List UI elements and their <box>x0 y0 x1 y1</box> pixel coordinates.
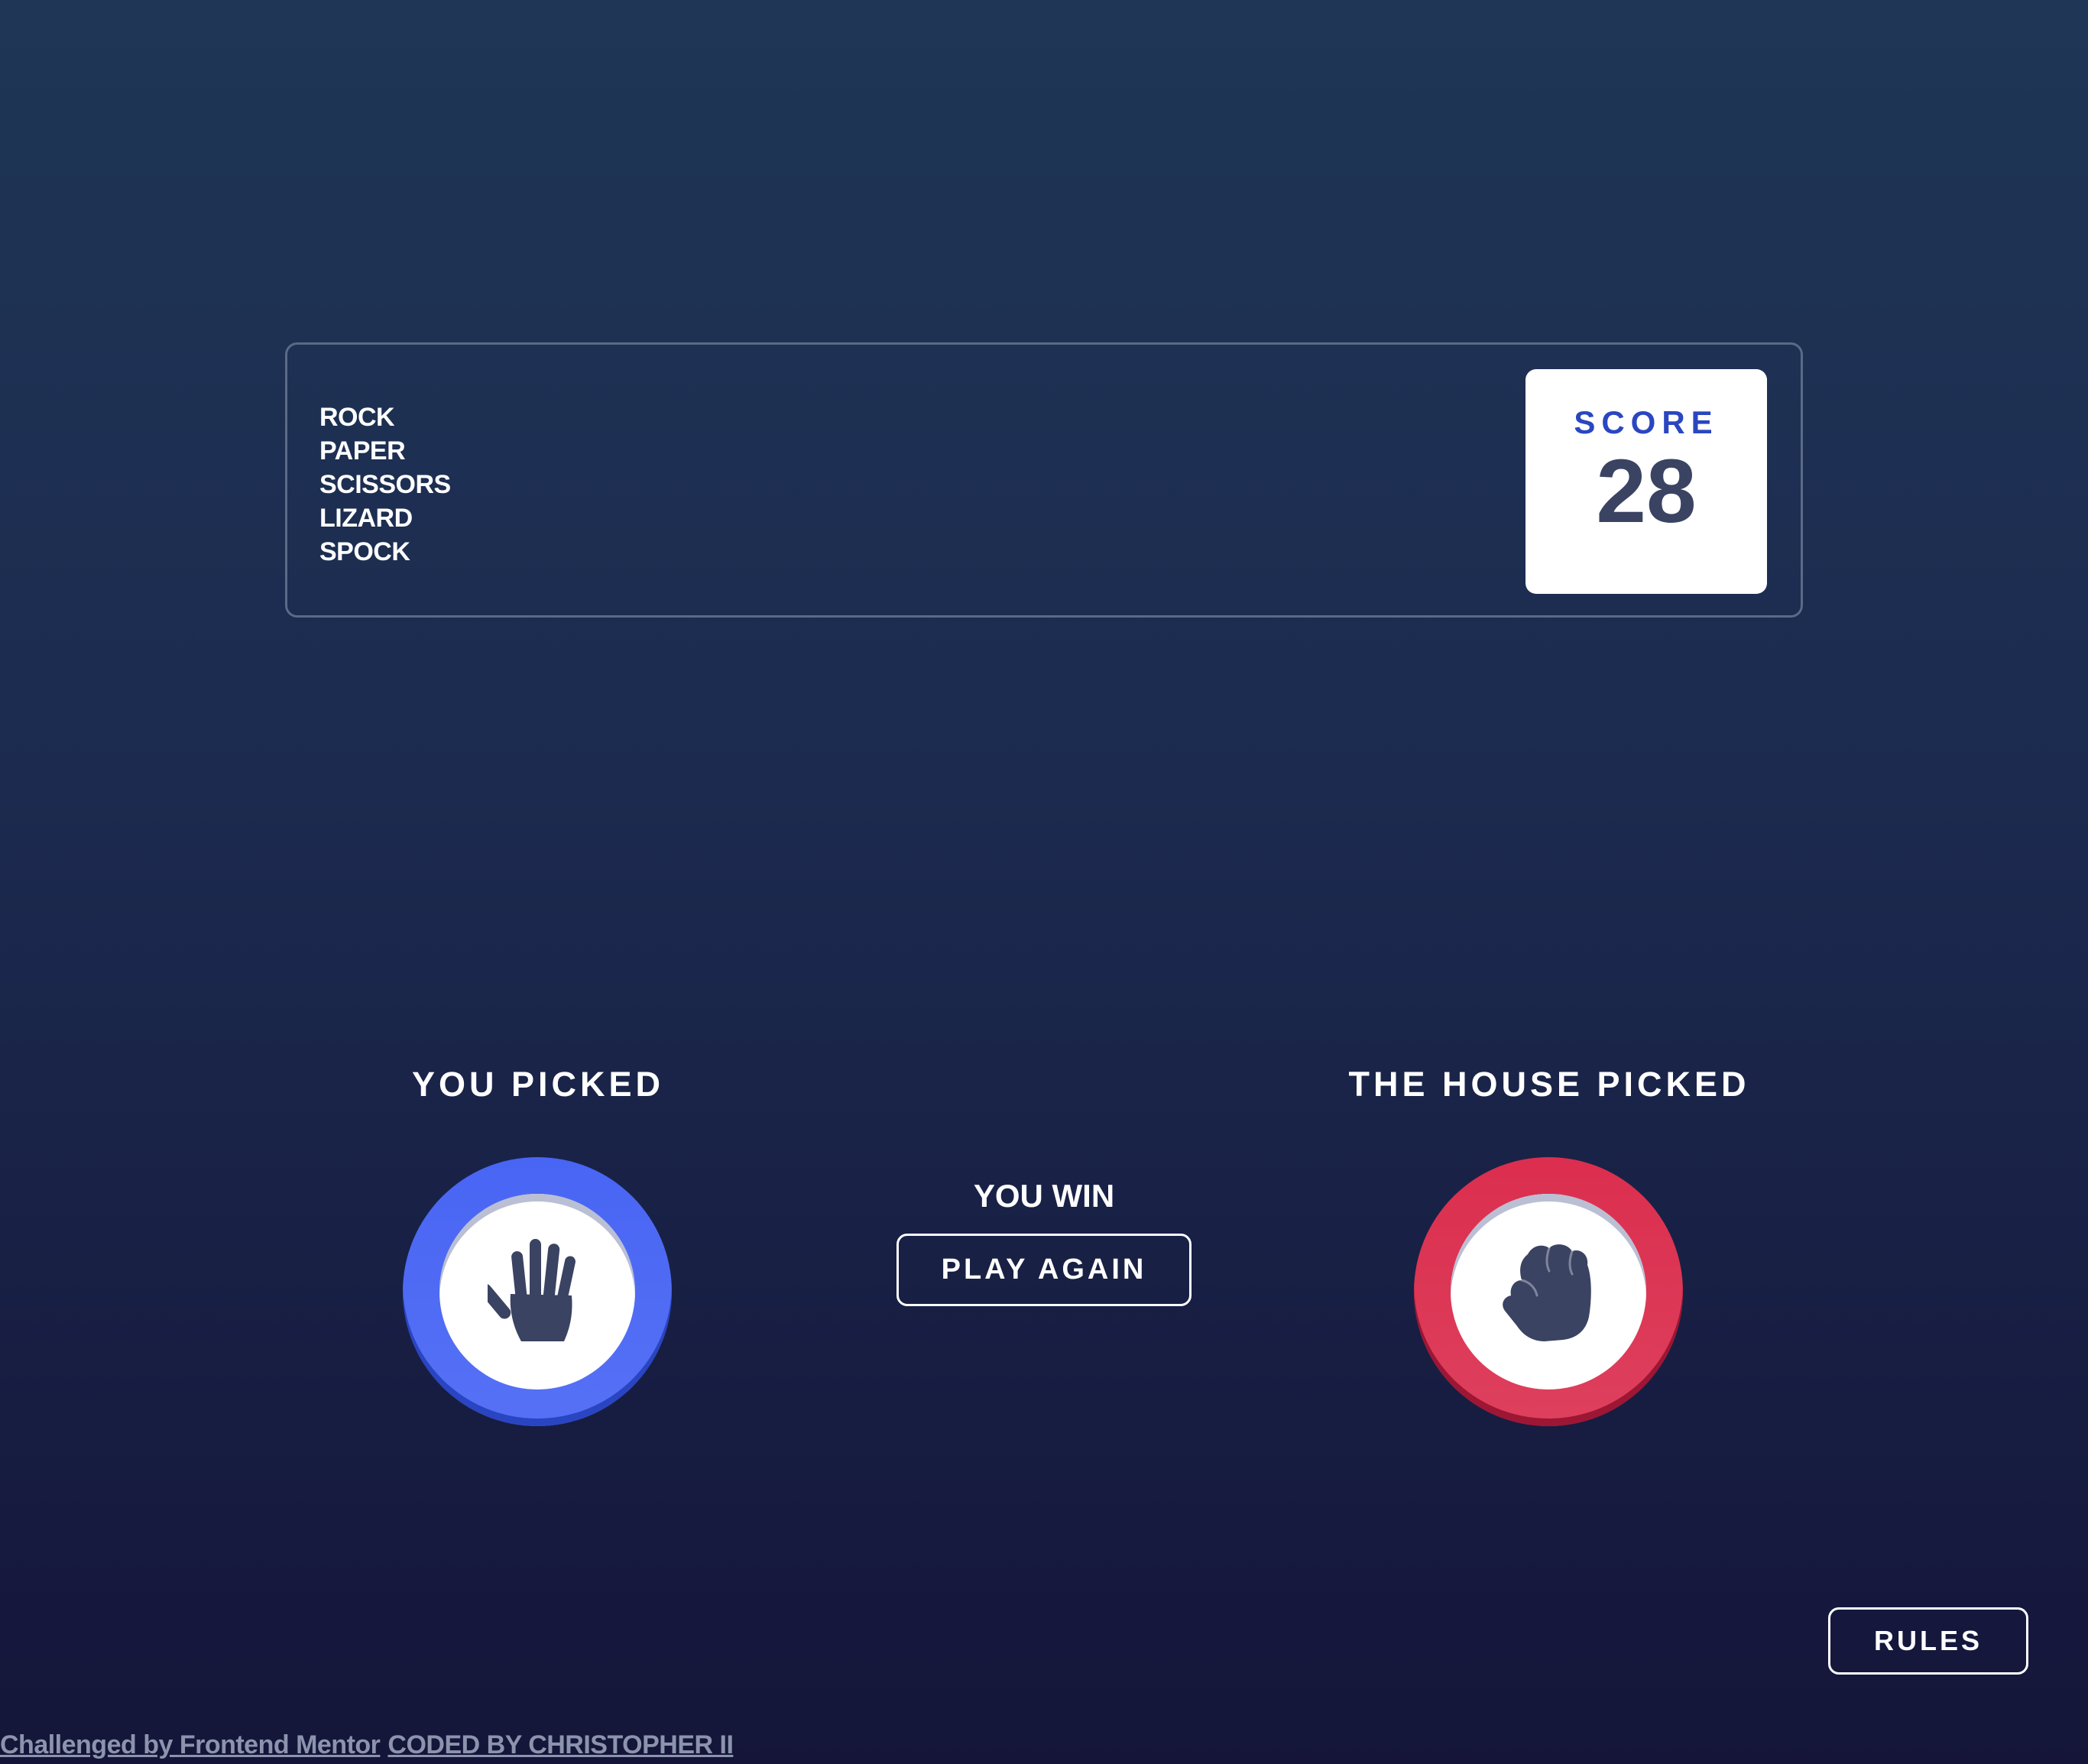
play-again-button[interactable]: PLAY AGAIN <box>896 1234 1192 1306</box>
paper-token-face <box>439 1194 635 1389</box>
player-pick: YOU PICKED <box>271 1058 806 1430</box>
title-scissors: SCISSORS <box>319 470 451 499</box>
rules-button[interactable]: RULES <box>1828 1607 2028 1675</box>
score-box: SCORE 28 <box>1525 369 1767 594</box>
rock-token-face <box>1451 1194 1646 1389</box>
paper-token <box>403 1157 672 1426</box>
house-pick: THE HOUSE PICKED <box>1282 1058 1817 1430</box>
title-lizard: LIZARD <box>319 504 413 533</box>
title-paper: PAPER <box>319 436 406 465</box>
frontend-mentor-link[interactable]: Challenged by Frontend Mentor <box>0 1730 381 1760</box>
result-panel: YOU WIN PLAY AGAIN <box>896 1169 1192 1306</box>
score-label: SCORE <box>1574 404 1719 440</box>
rock-fist-icon <box>1503 1244 1591 1341</box>
score-value: 28 <box>1596 441 1697 542</box>
result-text: YOU WIN <box>973 1178 1115 1214</box>
rock-token <box>1414 1157 1683 1426</box>
paper-hand-icon <box>488 1239 575 1341</box>
game-header: ROCK PAPER SCISSORS LIZARD SPOCK SCORE 2… <box>285 342 1803 618</box>
house-pick-label: THE HOUSE PICKED <box>1348 1065 1750 1104</box>
coded-by-link[interactable]: CODED BY CHRISTOPHER II <box>387 1730 733 1760</box>
house-token <box>1412 1155 1687 1430</box>
game-title: ROCK PAPER SCISSORS LIZARD SPOCK <box>319 400 451 569</box>
attribution: Challenged by Frontend Mentor CODED BY C… <box>0 1726 734 1764</box>
player-token <box>400 1155 676 1430</box>
player-pick-label: YOU PICKED <box>411 1065 665 1104</box>
title-spock: SPOCK <box>319 537 410 566</box>
title-rock: ROCK <box>319 403 395 432</box>
